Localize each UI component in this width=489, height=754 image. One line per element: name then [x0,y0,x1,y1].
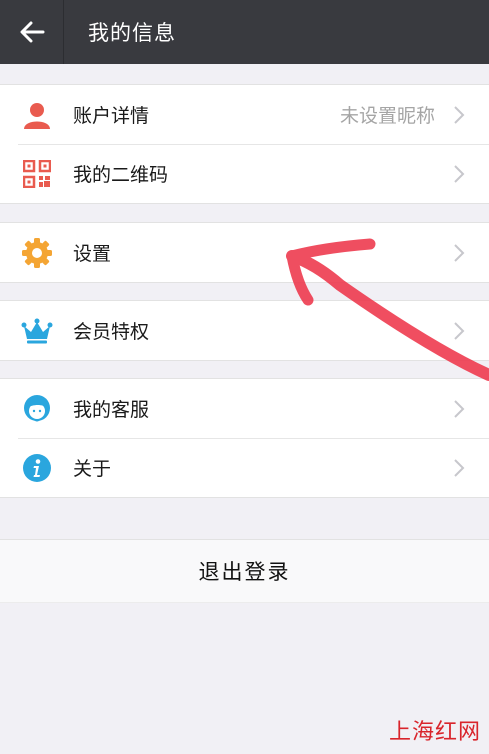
menu-group-support: 我的客服 关于 [0,378,489,498]
menu-group-account: 账户详情 未设置昵称 我的二维码 [0,84,489,204]
menu-item-settings[interactable]: 设置 [0,223,489,282]
menu-item-customer-service[interactable]: 我的客服 [0,379,489,438]
arrow-left-icon [20,21,44,43]
crown-icon [19,313,55,349]
gear-icon [19,235,55,271]
chevron-right-icon [449,399,469,419]
chevron-right-icon [449,458,469,478]
menu-item-about[interactable]: 关于 [0,438,489,497]
menu-item-label: 账户详情 [73,105,150,127]
menu-item-account-details[interactable]: 账户详情 未设置昵称 [0,85,489,144]
menu-item-vip-privileges[interactable]: 会员特权 [0,301,489,360]
chevron-right-icon [449,105,469,125]
menu-group-settings: 设置 [0,222,489,283]
user-icon [19,97,55,133]
menu-group-membership: 会员特权 [0,300,489,361]
menu-item-label: 会员特权 [73,321,150,343]
chevron-right-icon [449,164,469,184]
chevron-right-icon [449,243,469,263]
menu-item-label: 我的二维码 [73,164,169,186]
menu-item-label: 我的客服 [73,399,150,421]
menu-item-label: 设置 [73,243,112,265]
logout-button[interactable]: 退出登录 [0,539,489,603]
watermark-text: 上海红网 [388,720,481,745]
page-title: 我的信息 [88,21,176,45]
menu-item-label: 关于 [73,458,112,480]
menu-item-qrcode[interactable]: 我的二维码 [0,144,489,203]
qrcode-icon [19,156,55,192]
customer-service-icon [19,391,55,427]
title-bar: 我的信息 [0,0,489,64]
back-button[interactable] [0,0,64,64]
chevron-right-icon [449,321,469,341]
info-icon [19,450,55,486]
nickname-value: 未设置昵称 [339,105,435,127]
